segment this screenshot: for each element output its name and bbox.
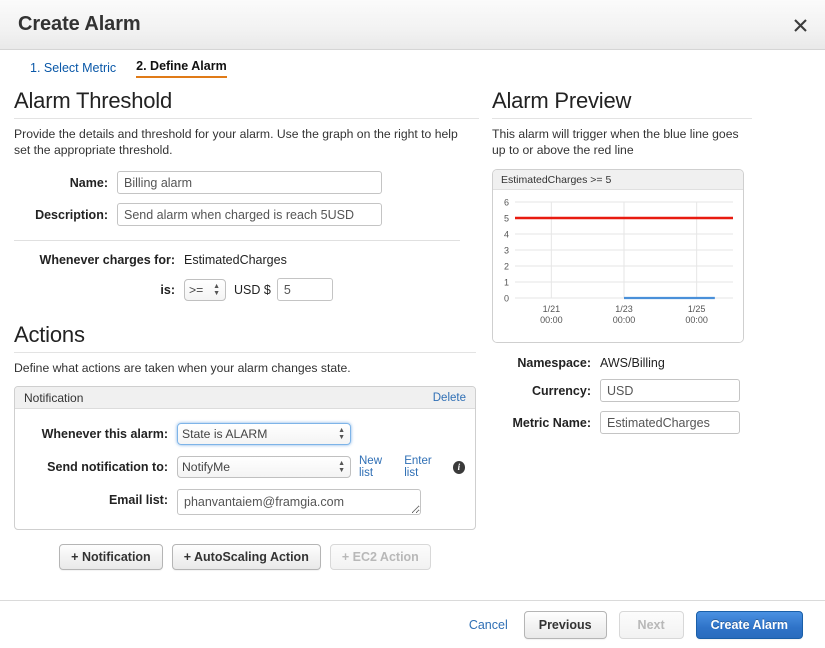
alarm-state-row: Whenever this alarm: State is ALARM ▲ ▼ xyxy=(25,423,465,445)
y-tick-label: 0 xyxy=(504,294,509,304)
comparison-select-wrap: >= ▲ ▼ xyxy=(184,278,226,301)
actions-divider xyxy=(14,352,476,353)
x-tick-label-date: 1/21 xyxy=(543,304,561,314)
dialog-footer: Cancel Previous Next Create Alarm xyxy=(0,600,825,648)
alarm-preview-description: This alarm will trigger when the blue li… xyxy=(492,127,739,157)
y-tick-label: 4 xyxy=(504,230,509,240)
threshold-input[interactable] xyxy=(276,278,333,301)
topic-select[interactable]: NotifyMe xyxy=(177,456,351,478)
whenever-charges-value: EstimatedCharges xyxy=(184,253,287,267)
metric-name-label: Metric Name: xyxy=(512,415,592,430)
comparison-select[interactable]: >= xyxy=(184,278,226,301)
alarm-threshold-description: Provide the details and threshold for yo… xyxy=(14,127,458,157)
namespace-value: AWS/Billing xyxy=(600,356,665,370)
step-nav: 1. Select Metric 2. Define Alarm xyxy=(30,59,227,78)
send-notification-label: Send notification to: xyxy=(47,460,168,474)
whenever-charges-label: Whenever charges for: xyxy=(39,253,175,267)
close-icon[interactable] xyxy=(789,14,811,36)
x-tick-label-date: 1/25 xyxy=(688,304,706,314)
email-list-input[interactable] xyxy=(177,489,421,515)
actions-description: Define what actions are taken when your … xyxy=(14,361,351,375)
alarm-state-select[interactable]: State is ALARM xyxy=(177,423,351,445)
preview-divider xyxy=(492,118,752,119)
is-label: is: xyxy=(160,282,175,297)
description-row: Description: xyxy=(14,203,479,226)
name-row: Name: xyxy=(14,171,479,194)
y-tick-label: 5 xyxy=(504,214,509,224)
close-icon-glyph xyxy=(793,18,807,32)
currency-label: USD $ xyxy=(234,282,271,297)
x-tick-label-time: 00:00 xyxy=(685,315,708,325)
notification-panel: Notification Delete Whenever this alarm:… xyxy=(14,386,476,530)
dialog-titlebar: Create Alarm xyxy=(0,0,825,50)
next-button: Next xyxy=(618,610,684,639)
create-alarm-dialog: Create Alarm 1. Select Metric 2. Define … xyxy=(0,0,825,648)
alarm-preview-heading: Alarm Preview xyxy=(492,88,632,113)
send-notification-row: Send notification to: NotifyMe ▲ ▼ New li… xyxy=(25,455,465,479)
info-icon[interactable]: i xyxy=(452,460,465,474)
y-tick-label: 2 xyxy=(504,262,509,272)
heading-divider xyxy=(14,118,479,119)
delete-notification-link[interactable]: Delete xyxy=(433,392,466,404)
is-row: is: >= ▲ ▼ USD $ xyxy=(14,278,479,301)
namespace-label: Namespace: xyxy=(517,356,591,370)
step-define-alarm[interactable]: 2. Define Alarm xyxy=(136,59,227,78)
alarm-threshold-heading: Alarm Threshold xyxy=(14,88,172,113)
currency-input[interactable] xyxy=(600,379,740,402)
y-tick-label: 1 xyxy=(504,278,509,288)
description-input[interactable] xyxy=(117,203,382,226)
notification-panel-header: Notification Delete xyxy=(15,387,475,409)
chart-plot-area: 0 1 2 3 4 5 6 1/21 00:00 1/23 00:00 1/25 00:00 xyxy=(493,190,743,342)
whenever-charges-row: Whenever charges for: EstimatedCharges xyxy=(14,253,479,267)
currency-field-label: Currency: xyxy=(531,383,591,398)
add-action-buttons: + Notification + AutoScaling Action + EC… xyxy=(14,544,476,570)
dialog-title: Create Alarm xyxy=(18,13,141,35)
y-tick-label: 3 xyxy=(504,246,509,256)
notification-panel-body: Whenever this alarm: State is ALARM ▲ ▼ S… xyxy=(15,409,475,529)
new-list-link[interactable]: New list xyxy=(359,455,397,479)
cancel-link[interactable]: Cancel xyxy=(469,618,508,632)
alarm-state-label: Whenever this alarm: xyxy=(41,427,168,441)
currency-row: Currency: xyxy=(492,379,812,402)
metric-name-row: Metric Name: xyxy=(492,411,812,434)
name-label: Name: xyxy=(69,175,108,190)
x-tick-label-date: 1/23 xyxy=(615,304,633,314)
description-label: Description: xyxy=(35,207,108,222)
create-alarm-button[interactable]: Create Alarm xyxy=(695,610,803,639)
left-column: Alarm Threshold Provide the details and … xyxy=(14,88,479,570)
alarm-preview-chart: EstimatedCharges >= 5 0 1 2 3 4 5 6 1/21 00:00 1/… xyxy=(492,169,744,343)
previous-button[interactable]: Previous xyxy=(523,610,607,639)
enter-list-link[interactable]: Enter list xyxy=(404,455,446,479)
x-tick-label-time: 00:00 xyxy=(540,315,563,325)
namespace-row: Namespace: AWS/Billing xyxy=(492,356,812,370)
topic-select-wrap: NotifyMe ▲ ▼ xyxy=(177,456,351,478)
threshold-divider xyxy=(14,240,460,241)
y-tick-label: 6 xyxy=(504,198,509,208)
notification-panel-title: Notification xyxy=(24,390,84,405)
alarm-state-select-wrap: State is ALARM ▲ ▼ xyxy=(177,423,351,445)
actions-heading: Actions xyxy=(14,322,85,347)
email-list-label: Email list: xyxy=(108,493,168,507)
step-select-metric[interactable]: 1. Select Metric xyxy=(30,61,116,78)
chart-title: EstimatedCharges >= 5 xyxy=(493,170,743,190)
metric-name-input[interactable] xyxy=(600,411,740,434)
name-input[interactable] xyxy=(117,171,382,194)
add-notification-button[interactable]: + Notification xyxy=(59,544,163,570)
add-autoscaling-action-button[interactable]: + AutoScaling Action xyxy=(171,544,321,570)
x-tick-label-time: 00:00 xyxy=(613,315,636,325)
right-column: Alarm Preview This alarm will trigger wh… xyxy=(492,88,812,434)
add-ec2-action-button: + EC2 Action xyxy=(329,544,431,570)
chart-svg: 01234561/2100:001/2300:001/2500:00 xyxy=(504,198,733,325)
email-list-row: Email list: xyxy=(25,489,465,515)
